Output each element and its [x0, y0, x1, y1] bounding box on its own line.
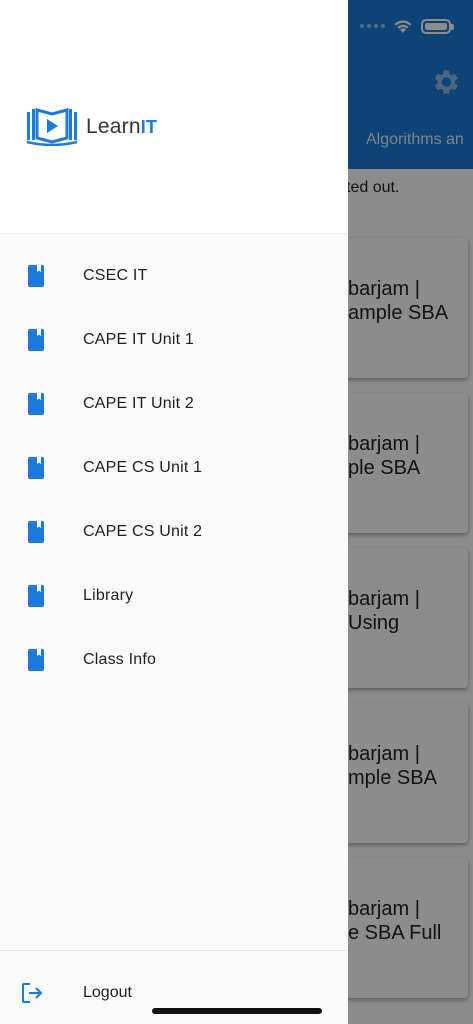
- menu-item-library[interactable]: Library: [0, 564, 348, 628]
- menu-item-label: CAPE IT Unit 2: [83, 395, 194, 412]
- logo-text-accent: IT: [140, 117, 158, 137]
- bookmark-icon: [28, 649, 44, 671]
- menu-item-label: CSEC IT: [83, 267, 148, 284]
- menu-item-label: Library: [83, 587, 134, 604]
- menu-item-label: CAPE CS Unit 1: [83, 459, 203, 476]
- menu-item-cape-it-unit-2[interactable]: CAPE IT Unit 2: [0, 372, 348, 436]
- bookmark-icon: [28, 457, 44, 479]
- logout-label: Logout: [83, 984, 132, 1001]
- logo-text-main: Learn: [86, 115, 141, 138]
- menu-item-label: CAPE IT Unit 1: [83, 331, 194, 348]
- bookmark-icon: [28, 585, 44, 607]
- menu-item-label: CAPE CS Unit 2: [83, 523, 203, 540]
- bookmark-icon: [28, 393, 44, 415]
- menu-item-class-info[interactable]: Class Info: [0, 628, 348, 692]
- navigation-drawer: LearnIT CSEC IT CAPE IT Unit 1 CAPE IT U…: [0, 0, 348, 1024]
- menu-item-cape-it-unit-1[interactable]: CAPE IT Unit 1: [0, 308, 348, 372]
- logo-wordmark: LearnIT: [86, 115, 157, 139]
- drawer-header: LearnIT: [0, 0, 348, 234]
- home-indicator: [152, 1008, 322, 1014]
- logout-button[interactable]: Logout: [0, 961, 348, 1024]
- menu-item-cape-cs-unit-1[interactable]: CAPE CS Unit 1: [0, 436, 348, 500]
- bookmark-icon: [28, 265, 44, 287]
- menu-item-label: Class Info: [83, 651, 157, 668]
- learnit-logo: LearnIT: [26, 108, 157, 146]
- book-play-logo-icon: [26, 108, 78, 146]
- menu-item-cape-cs-unit-2[interactable]: CAPE CS Unit 2: [0, 500, 348, 564]
- bookmark-icon: [28, 521, 44, 543]
- logout-icon: [22, 983, 43, 1003]
- drawer-menu: CSEC IT CAPE IT Unit 1 CAPE IT Unit 2 CA…: [0, 244, 348, 692]
- bookmark-icon: [28, 329, 44, 351]
- menu-item-csec-it[interactable]: CSEC IT: [0, 244, 348, 308]
